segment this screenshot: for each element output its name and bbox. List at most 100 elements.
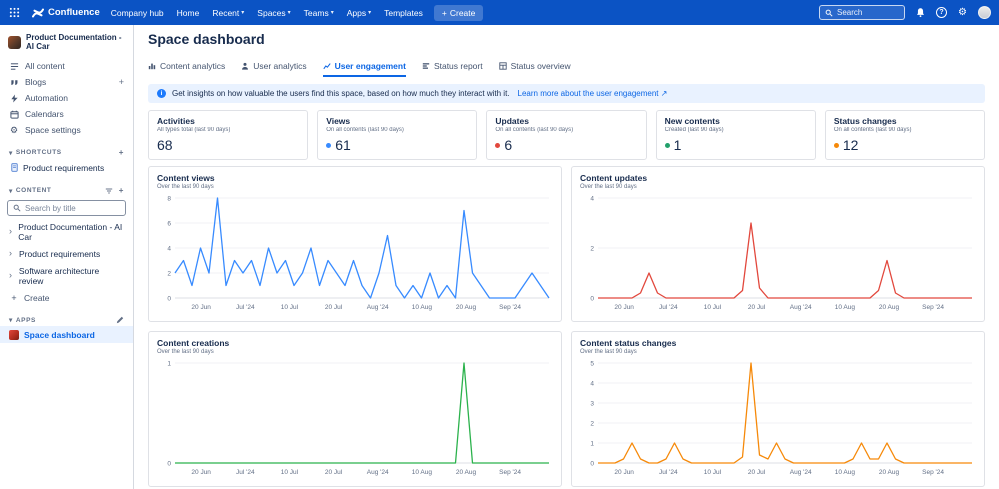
sidebar-item-space-settings[interactable]: ⚙ Space settings xyxy=(0,122,133,138)
sidebar-create-button[interactable]: + Create xyxy=(0,289,133,306)
chart-subtitle: Over the last 90 days xyxy=(580,349,976,355)
confluence-logo[interactable]: Confluence xyxy=(32,7,100,19)
space-dashboard-app-icon xyxy=(9,330,19,340)
sidebar-item-space-dashboard[interactable]: Space dashboard xyxy=(0,326,133,343)
top-navigation-bar: Confluence Company hub Home Recent▾ Spac… xyxy=(0,0,999,25)
tab-label: User analytics xyxy=(253,61,306,71)
stat-title: Activities xyxy=(157,116,299,126)
tab-status-report[interactable]: Status report xyxy=(422,61,483,77)
svg-text:Jul '24: Jul '24 xyxy=(659,304,678,311)
help-glyph: ? xyxy=(939,9,943,16)
chevron-right-icon[interactable]: › xyxy=(9,271,15,280)
stat-value: 1 xyxy=(665,137,807,153)
svg-text:20 Jun: 20 Jun xyxy=(191,304,211,311)
sidebar-item-blogs[interactable]: Blogs + xyxy=(0,74,133,90)
sidebar-item-calendars[interactable]: Calendars xyxy=(0,106,133,122)
stat-card-status-changes: Status changes On all contents (last 90 … xyxy=(825,110,985,160)
notifications-bell-icon[interactable] xyxy=(914,6,927,19)
svg-text:Aug '24: Aug '24 xyxy=(367,304,389,311)
space-header[interactable]: Product Documentation - AI Car xyxy=(0,33,133,58)
nav-apps[interactable]: Apps▾ xyxy=(347,8,371,18)
nav-home[interactable]: Home xyxy=(177,8,200,18)
user-avatar[interactable] xyxy=(978,6,991,19)
svg-text:4: 4 xyxy=(590,381,594,388)
shortcuts-section-header[interactable]: ▾ SHORTCUTS + xyxy=(0,145,133,159)
chevron-down-icon: ▾ xyxy=(331,10,334,16)
content-search xyxy=(7,200,126,216)
sidebar-item-label: Space settings xyxy=(25,125,81,135)
nav-teams[interactable]: Teams▾ xyxy=(304,8,334,18)
stat-title: New contents xyxy=(665,116,807,126)
stat-value: 12 xyxy=(834,137,976,153)
stat-dot xyxy=(326,143,331,148)
svg-text:1: 1 xyxy=(590,441,594,448)
chevron-down-icon: ▾ xyxy=(288,10,291,16)
shortcut-item-product-requirements[interactable]: Product requirements xyxy=(0,159,133,176)
stat-card-views: Views On all contents (last 90 days) 61 xyxy=(317,110,477,160)
add-shortcut-icon[interactable]: + xyxy=(119,148,124,157)
settings-gear-icon[interactable]: ⚙ xyxy=(956,6,969,19)
svg-text:20 Jul: 20 Jul xyxy=(748,469,766,476)
space-logo-icon xyxy=(8,36,21,49)
stat-title: Updates xyxy=(495,116,637,126)
tab-content-analytics[interactable]: Content analytics xyxy=(148,61,225,77)
tree-item-product-requirements[interactable]: › Product requirements xyxy=(0,245,133,262)
svg-text:20 Aug: 20 Aug xyxy=(456,469,477,476)
tab-label: Status report xyxy=(434,61,483,71)
stat-cards-row: Activities All types total (last 90 days… xyxy=(148,110,985,160)
nav-spaces[interactable]: Spaces▾ xyxy=(257,8,290,18)
tree-item-product-documentation[interactable]: › Product Documentation - AI Car xyxy=(0,218,133,245)
tab-user-analytics[interactable]: User analytics xyxy=(241,61,306,77)
filter-icon[interactable] xyxy=(105,187,113,195)
stat-dot xyxy=(834,143,839,148)
person-icon xyxy=(241,62,249,70)
sidebar-item-label: All content xyxy=(25,61,65,71)
svg-text:8: 8 xyxy=(167,196,171,203)
global-search xyxy=(819,5,905,20)
edit-pencil-icon[interactable] xyxy=(116,316,124,324)
chevron-down-icon: ▾ xyxy=(9,316,13,324)
create-button[interactable]: + Create xyxy=(434,5,483,21)
stat-subtitle: Created (last 90 days) xyxy=(665,127,807,133)
nav-right-group: ? ⚙ xyxy=(819,5,991,20)
tab-status-overview[interactable]: Status overview xyxy=(499,61,571,77)
chart-subtitle: Over the last 90 days xyxy=(157,184,553,190)
app-switcher-icon[interactable] xyxy=(8,6,21,19)
tab-user-engagement[interactable]: User engagement xyxy=(323,61,406,77)
learn-more-link[interactable]: Learn more about the user engagement ↗ xyxy=(518,89,668,98)
help-icon[interactable]: ? xyxy=(936,7,947,18)
nav-company-hub[interactable]: Company hub xyxy=(111,8,164,18)
nav-templates[interactable]: Templates xyxy=(384,8,423,18)
svg-text:5: 5 xyxy=(590,361,594,368)
add-blog-icon[interactable]: + xyxy=(119,77,124,87)
svg-text:10 Aug: 10 Aug xyxy=(412,469,433,476)
svg-text:0: 0 xyxy=(167,461,171,468)
tree-item-software-architecture-review[interactable]: › Software architecture review xyxy=(0,262,133,289)
svg-text:20 Jun: 20 Jun xyxy=(614,469,634,476)
stat-number: 6 xyxy=(504,137,512,153)
apps-section-header[interactable]: ▾ APPS xyxy=(0,313,133,326)
chevron-right-icon[interactable]: › xyxy=(9,227,14,236)
svg-text:10 Aug: 10 Aug xyxy=(835,469,856,476)
stat-dot xyxy=(665,143,670,148)
content-creations-chart: 0120 JunJul '2410 Jul20 JulAug '2410 Aug… xyxy=(157,358,553,476)
sidebar-item-automation[interactable]: Automation xyxy=(0,90,133,106)
tab-label: User engagement xyxy=(335,61,406,71)
nav-recent[interactable]: Recent▾ xyxy=(212,8,244,18)
blogs-icon xyxy=(9,77,19,87)
space-name: Product Documentation - AI Car xyxy=(26,33,125,51)
content-search-input[interactable] xyxy=(25,204,120,213)
svg-text:6: 6 xyxy=(167,221,171,228)
content-section-header[interactable]: ▾ CONTENT + xyxy=(0,183,133,197)
sidebar-item-all-content[interactable]: All content xyxy=(0,58,133,74)
main-content: Space dashboard Content analytics User a… xyxy=(134,25,999,489)
search-input[interactable] xyxy=(837,8,899,17)
lightning-bolt-icon xyxy=(9,93,19,103)
chart-subtitle: Over the last 90 days xyxy=(580,184,976,190)
chevron-right-icon[interactable]: › xyxy=(9,249,15,258)
gear-icon: ⚙ xyxy=(9,125,19,135)
add-content-icon[interactable]: + xyxy=(119,186,124,195)
svg-text:2: 2 xyxy=(167,271,171,278)
svg-text:Sep '24: Sep '24 xyxy=(922,304,944,311)
chevron-down-icon: ▾ xyxy=(241,10,244,16)
